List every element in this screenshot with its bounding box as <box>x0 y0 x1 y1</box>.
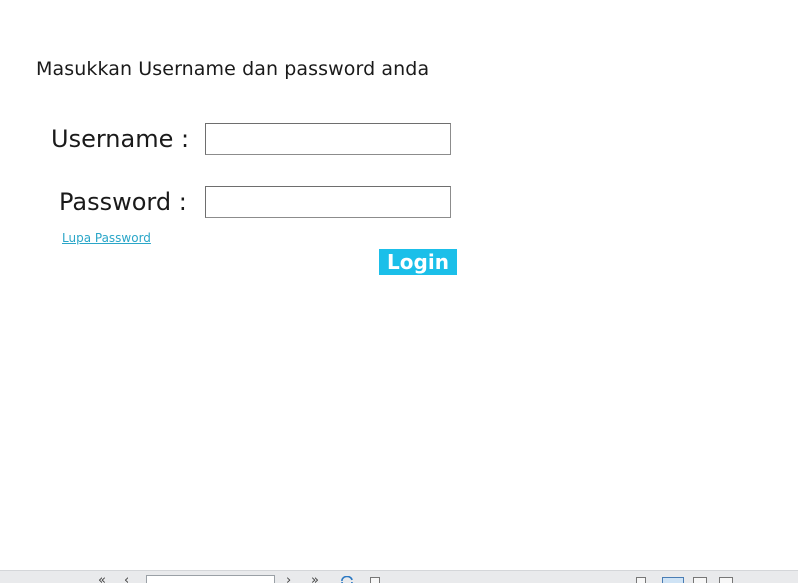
login-page: Masukkan Username dan password anda User… <box>0 0 798 583</box>
single-page-icon[interactable] <box>636 577 646 583</box>
last-page-icon[interactable]: » <box>311 574 319 583</box>
page-number-input[interactable] <box>146 575 275 583</box>
view-toggle-icon[interactable] <box>370 577 380 583</box>
first-page-icon[interactable]: « <box>98 574 106 583</box>
scroll-mode-icon[interactable] <box>719 577 733 583</box>
username-label: Username : <box>51 125 190 153</box>
instruction-text: Masukkan Username dan password anda <box>36 58 430 80</box>
viewer-toolbar: « ‹ › » <box>0 570 798 583</box>
two-page-icon[interactable] <box>693 577 707 583</box>
refresh-icon[interactable] <box>340 576 354 583</box>
forgot-password-link[interactable]: Lupa Password <box>62 231 151 245</box>
next-page-icon[interactable]: › <box>286 574 291 583</box>
login-button[interactable]: Login <box>379 249 457 275</box>
username-field[interactable] <box>205 123 451 155</box>
password-field[interactable] <box>205 186 451 218</box>
password-label: Password : <box>59 188 187 216</box>
previous-page-icon[interactable]: ‹ <box>124 574 129 583</box>
continuous-page-icon[interactable] <box>662 577 684 583</box>
